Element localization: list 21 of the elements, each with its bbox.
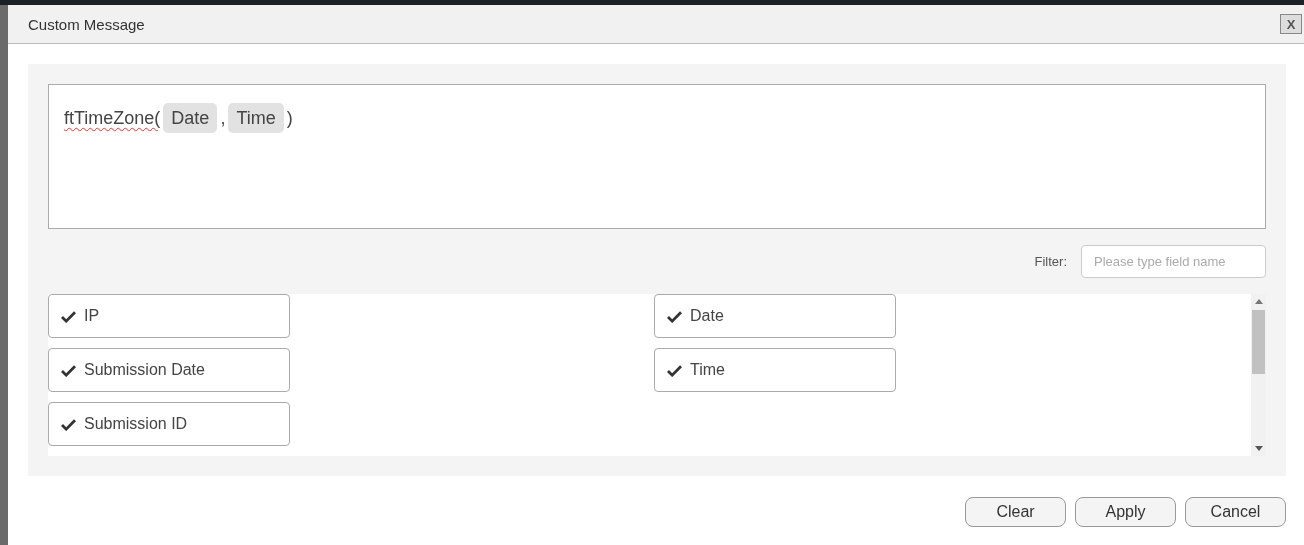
dialog-title: Custom Message <box>28 15 145 33</box>
field-item[interactable]: Time <box>654 348 896 392</box>
field-token: Time <box>228 103 284 133</box>
close-button[interactable]: X <box>1280 14 1302 34</box>
scroll-down-icon[interactable] <box>1254 446 1263 451</box>
scroll-thumb[interactable] <box>1252 310 1265 374</box>
field-token: Date <box>163 103 218 133</box>
filter-label: Filter: <box>1034 254 1067 269</box>
field-item[interactable]: Date <box>654 294 896 338</box>
field-item[interactable]: Submission Date <box>48 348 290 392</box>
filter-field[interactable]: Please type field name <box>1081 245 1266 278</box>
editor-text: , <box>220 107 226 130</box>
scroll-up-icon[interactable] <box>1254 299 1263 304</box>
message-editor[interactable]: ftTimeZone( Date , Time ) <box>48 84 1266 229</box>
action-button[interactable]: Clear <box>965 497 1066 527</box>
field-item[interactable]: IP <box>48 294 290 338</box>
editor-text: ftTimeZone( <box>64 107 161 130</box>
action-button[interactable]: Apply <box>1075 497 1176 527</box>
editor-text: ) <box>286 107 293 130</box>
field-item[interactable]: Submission ID <box>48 402 290 446</box>
action-button[interactable]: Cancel <box>1185 497 1286 527</box>
